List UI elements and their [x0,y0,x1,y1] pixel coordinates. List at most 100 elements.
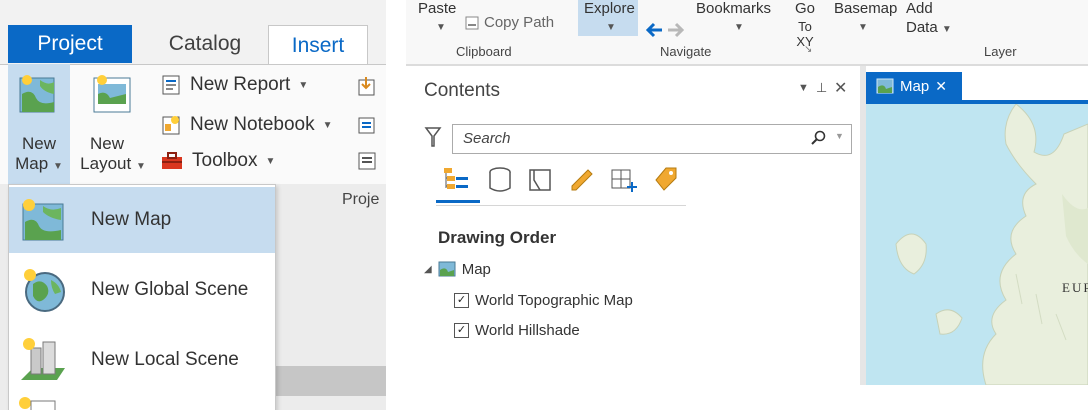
navigation-arrows-icon[interactable] [644,20,686,40]
basemap-label: Basemap [834,0,898,17]
status-bar-fragment [272,366,386,396]
toolbar-separator [436,205,686,206]
add-data-button[interactable]: Add Data ▼ [906,0,952,36]
chevron-down-icon: ▼ [436,22,446,33]
arcgis-main-window: Paste ▼ Copy Path Clipboard Explore ▼ Bo… [406,0,1088,410]
close-icon[interactable]: ✕ [935,78,947,95]
dialog-launcher-icon[interactable]: ↘ [804,44,812,55]
search-placeholder: Search [463,130,511,147]
menu-item-new-map-label: New Map [91,209,172,230]
add-data-label-row: Data ▼ [906,19,952,36]
copy-path-button[interactable]: Copy Path [464,14,554,31]
bookmarks-button[interactable]: Bookmarks [696,0,771,17]
new-report-button[interactable]: New Report ▼ [160,74,308,96]
explore-label: Explore [584,0,635,17]
paste-label: Paste [418,0,457,17]
contents-title: Contents [424,80,501,101]
expand-triangle-icon[interactable]: ◢ [424,264,432,275]
new-notebook-label: New Notebook [190,114,315,135]
notebook-icon [162,116,180,135]
list-by-source-icon[interactable] [526,166,554,194]
basemap-button[interactable]: Basemap [834,0,897,17]
layer-name: World Topographic Map [475,292,633,309]
go-to-xy-label-1: Go [794,0,815,17]
filter-icon[interactable] [424,126,442,148]
bookmarks-label: Bookmarks [696,0,772,17]
tab-project[interactable]: Project [8,25,132,63]
project-group-label: Proje [342,191,380,208]
menu-item-new-global-scene-label: New Global Scene [91,279,249,300]
clipboard-group-label: Clipboard [456,44,512,59]
label-tag-icon[interactable] [650,164,680,194]
chevron-down-icon: ▼ [265,155,276,167]
new-map-icon [19,75,55,113]
new-layout-label-1: New [89,134,124,153]
map-node-label: Map [461,260,491,278]
status-bar-area [406,385,1088,410]
menu-item-new-local-scene-label: New Local Scene [91,349,239,370]
tab-catalog[interactable]: Catalog [150,25,260,63]
new-notebook-button[interactable]: New Notebook ▼ [160,114,333,136]
new-layout-label-row: Layout ▼ [76,154,150,177]
new-map-label-row: Map ▼ [8,154,70,177]
layer-name: World Hillshade [475,322,580,339]
chevron-down-icon: ▼ [734,22,744,33]
active-tool-indicator [436,200,480,203]
toolbox-label: Toolbox [192,150,258,171]
new-map-button[interactable]: New Map ▼ [8,64,70,184]
database-icon[interactable] [486,166,514,194]
pane-options-icon[interactable]: ▼ [798,82,809,94]
map-region-label: EUR [1062,280,1088,295]
partial-menu-item-icon [17,395,57,410]
map-canvas[interactable]: EUR [866,104,1088,385]
new-map-label-1: New [21,134,56,153]
map-tree-node[interactable]: ◢ Map [424,260,491,278]
chevron-down-icon[interactable]: ▼ [835,131,844,141]
search-icon[interactable] [811,130,827,146]
layer-visibility-checkbox[interactable]: ✓ [454,323,469,338]
list-by-drawing-order-icon[interactable] [442,166,470,194]
report-icon [162,75,180,95]
chevron-down-icon: ▼ [52,161,63,172]
map-tab-label: Map [900,77,930,95]
globe-icon [24,269,65,312]
list-by-selection-icon[interactable] [610,166,640,194]
style-icon[interactable] [356,150,378,172]
chevron-down-icon: ▼ [135,161,146,172]
add-item-icon[interactable] [356,114,378,136]
layer-row-world-hillshade[interactable]: ✓ World Hillshade [454,322,580,339]
toolbox-icon [162,152,182,169]
toolbox-button[interactable]: Toolbox ▼ [160,150,275,172]
layer-row-world-topographic[interactable]: ✓ World Topographic Map [454,292,633,309]
new-layout-label-2: Layout [80,154,132,173]
add-data-label-1: Add [906,0,933,17]
map-icon [876,78,894,94]
copy-path-icon [465,16,479,29]
go-to-xy-button[interactable]: Go To XY [792,0,818,49]
insert-ribbon-panel: Project Catalog Insert New Map ▼ New Lay… [0,0,386,410]
tab-insert-label: Insert [291,33,345,57]
chevron-down-icon: ▼ [298,79,309,91]
paste-button[interactable]: Paste [418,0,456,17]
chevron-down-icon: ▼ [322,119,333,131]
navigate-group-label: Navigate [660,44,712,59]
new-map-label-2: Map [15,154,49,173]
tab-insert[interactable]: Insert [268,25,368,65]
menu-item-new-global-scene[interactable]: New Global Scene [9,257,275,323]
new-map-dropdown: New Map New Global Scene New Local Scene [8,184,276,410]
pencil-icon[interactable] [568,166,596,194]
layer-visibility-checkbox[interactable]: ✓ [454,293,469,308]
europe-map-graphic [895,104,1088,385]
pin-icon[interactable]: ⊥ [816,80,827,96]
add-data-label-2: Data [906,19,938,36]
menu-item-new-map[interactable]: New Map [9,187,275,253]
search-input[interactable]: Search ▼ [452,124,852,154]
tab-map-view[interactable]: Map ✕ [866,72,962,100]
chevron-down-icon: ▼ [606,22,616,33]
close-icon[interactable]: ✕ [834,78,847,98]
import-icon[interactable] [356,76,378,98]
map-icon [438,261,456,277]
new-layout-button[interactable]: New Layout ▼ [76,64,150,184]
menu-item-new-local-scene[interactable]: New Local Scene [9,327,275,393]
tab-catalog-label: Catalog [168,32,242,55]
